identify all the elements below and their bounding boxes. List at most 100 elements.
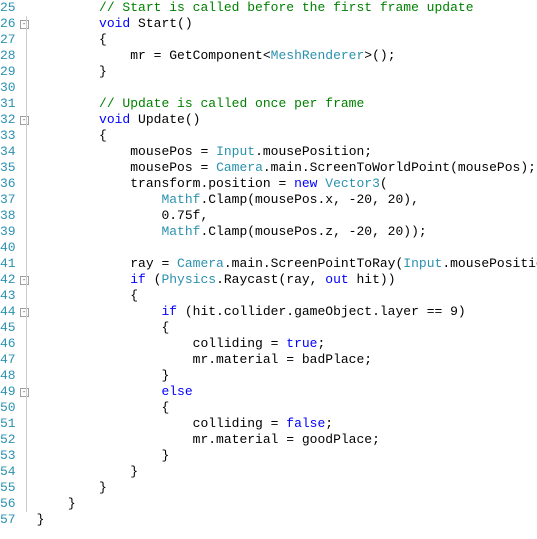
line-number: 48	[0, 368, 16, 384]
fold-cell: -	[20, 304, 29, 320]
line-number: 38	[0, 208, 16, 224]
fold-cell	[20, 352, 29, 368]
code-line[interactable]: {	[37, 400, 537, 416]
line-number: 36	[0, 176, 16, 192]
code-line[interactable]: }	[37, 512, 537, 528]
code-line[interactable]: }	[37, 448, 537, 464]
fold-cell: -	[20, 16, 29, 32]
code-line[interactable]: else	[37, 384, 537, 400]
fold-cell	[20, 464, 29, 480]
fold-cell	[20, 496, 29, 512]
line-number: 34	[0, 144, 16, 160]
line-number: 35	[0, 160, 16, 176]
code-line[interactable]: ray = Camera.main.ScreenPointToRay(Input…	[37, 256, 537, 272]
line-number: 55	[0, 480, 16, 496]
fold-cell	[20, 48, 29, 64]
line-number: 46	[0, 336, 16, 352]
line-number: 25	[0, 0, 16, 16]
fold-cell: -	[20, 112, 29, 128]
fold-cell	[20, 64, 29, 80]
line-number: 57	[0, 512, 16, 528]
fold-toggle-icon[interactable]: -	[20, 308, 29, 317]
line-number: 40	[0, 240, 16, 256]
line-number: 52	[0, 432, 16, 448]
line-number: 33	[0, 128, 16, 144]
line-number: 47	[0, 352, 16, 368]
code-line[interactable]: 0.75f,	[37, 208, 537, 224]
fold-cell	[20, 0, 29, 16]
code-line[interactable]: void Update()	[37, 112, 537, 128]
code-editor: 2526272829303132333435363738394041424344…	[0, 0, 537, 539]
fold-cell	[20, 368, 29, 384]
line-number: 45	[0, 320, 16, 336]
line-number: 50	[0, 400, 16, 416]
code-line[interactable]: // Update is called once per frame	[37, 96, 537, 112]
line-number: 41	[0, 256, 16, 272]
code-line[interactable]: }	[37, 464, 537, 480]
code-line[interactable]: }	[37, 480, 537, 496]
line-number: 27	[0, 32, 16, 48]
fold-cell	[20, 480, 29, 496]
fold-cell	[20, 256, 29, 272]
line-number: 43	[0, 288, 16, 304]
code-line[interactable]: mr.material = goodPlace;	[37, 432, 537, 448]
fold-cell	[20, 336, 29, 352]
fold-cell	[20, 400, 29, 416]
fold-cell	[20, 192, 29, 208]
line-number: 26	[0, 16, 16, 32]
code-line[interactable]: Mathf.Clamp(mousePos.z, -20, 20));	[37, 224, 537, 240]
code-line[interactable]: colliding = false;	[37, 416, 537, 432]
code-line[interactable]: {	[37, 128, 537, 144]
line-number: 51	[0, 416, 16, 432]
fold-cell	[20, 208, 29, 224]
fold-cell	[20, 128, 29, 144]
code-line[interactable]: Mathf.Clamp(mousePos.x, -20, 20),	[37, 192, 537, 208]
fold-cell	[20, 240, 29, 256]
line-number: 37	[0, 192, 16, 208]
line-number: 39	[0, 224, 16, 240]
fold-cell	[20, 176, 29, 192]
code-line[interactable]: mousePos = Input.mousePosition;	[37, 144, 537, 160]
code-line[interactable]: transform.position = new Vector3(	[37, 176, 537, 192]
fold-cell: -	[20, 384, 29, 400]
fold-cell	[20, 432, 29, 448]
code-line[interactable]: {	[37, 288, 537, 304]
line-number: 31	[0, 96, 16, 112]
code-line[interactable]: if (Physics.Raycast(ray, out hit))	[37, 272, 537, 288]
fold-cell	[20, 224, 29, 240]
line-number: 42	[0, 272, 16, 288]
fold-cell	[20, 96, 29, 112]
code-line[interactable]: }	[37, 368, 537, 384]
code-line[interactable]	[37, 240, 537, 256]
fold-toggle-icon[interactable]: -	[20, 276, 29, 285]
code-line[interactable]	[37, 80, 537, 96]
line-number: 56	[0, 496, 16, 512]
code-area[interactable]: // Start is called before the first fram…	[29, 0, 537, 539]
fold-toggle-icon[interactable]: -	[20, 20, 29, 29]
code-line[interactable]: // Start is called before the first fram…	[37, 0, 537, 16]
line-number: 44	[0, 304, 16, 320]
code-line[interactable]: }	[37, 64, 537, 80]
code-line[interactable]: {	[37, 320, 537, 336]
line-number: 29	[0, 64, 16, 80]
line-number: 28	[0, 48, 16, 64]
fold-gutter: - - - - -	[20, 0, 29, 539]
fold-cell	[20, 416, 29, 432]
code-line[interactable]: mousePos = Camera.main.ScreenToWorldPoin…	[37, 160, 537, 176]
line-number: 30	[0, 80, 16, 96]
fold-cell	[20, 320, 29, 336]
code-line[interactable]: mr = GetComponent<MeshRenderer>();	[37, 48, 537, 64]
line-number: 32	[0, 112, 16, 128]
code-line[interactable]: {	[37, 32, 537, 48]
code-line[interactable]: if (hit.collider.gameObject.layer == 9)	[37, 304, 537, 320]
code-line[interactable]: }	[37, 496, 537, 512]
code-line[interactable]: colliding = true;	[37, 336, 537, 352]
fold-cell	[20, 160, 29, 176]
line-number-gutter: 2526272829303132333435363738394041424344…	[0, 0, 20, 539]
code-line[interactable]: mr.material = badPlace;	[37, 352, 537, 368]
fold-toggle-icon[interactable]: -	[20, 388, 29, 397]
fold-cell	[20, 80, 29, 96]
code-line[interactable]: void Start()	[37, 16, 537, 32]
fold-cell	[20, 512, 29, 528]
fold-toggle-icon[interactable]: -	[20, 116, 29, 125]
